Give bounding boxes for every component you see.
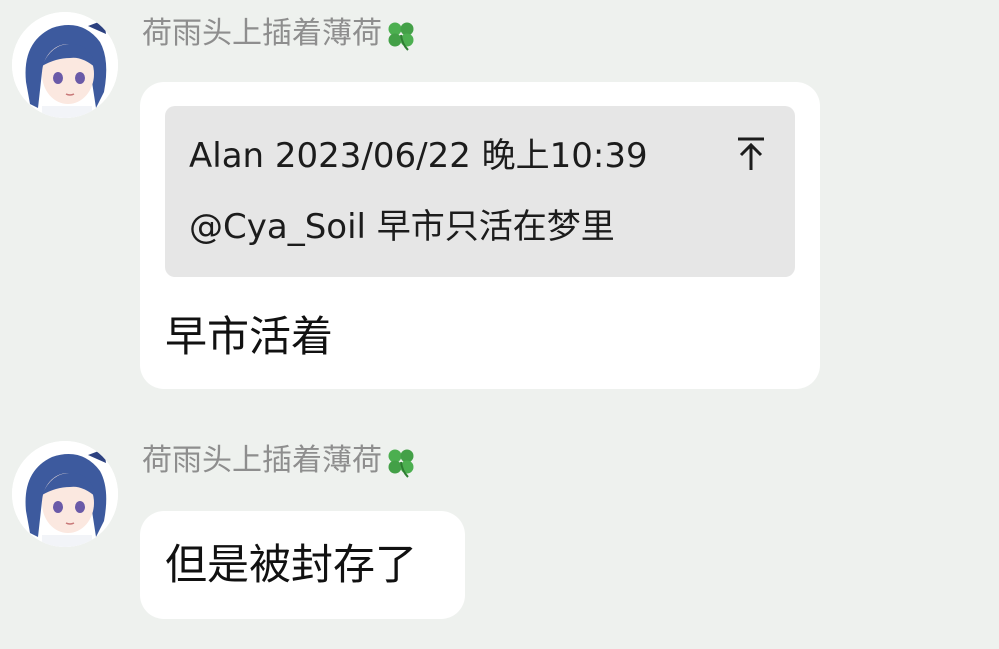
avatar[interactable]: [12, 12, 118, 118]
sender-name-text: 荷雨头上插着薄荷: [142, 443, 382, 478]
four-leaf-clover-icon: [388, 449, 414, 478]
quoted-message[interactable]: Alan 2023/06/22 晚上10:39 @Cya_Soil 早市只活在梦…: [165, 106, 795, 277]
message-text: 早市活着: [165, 312, 334, 361]
anime-girl-avatar-icon: [12, 12, 118, 118]
sender-name: 荷雨头上插着薄荷: [142, 443, 418, 479]
sender-name-text: 荷雨头上插着薄荷: [142, 16, 382, 51]
sender-name: 荷雨头上插着薄荷: [142, 16, 418, 52]
message-bubble[interactable]: 但是被封存了: [140, 511, 465, 619]
message-bubble[interactable]: Alan 2023/06/22 晚上10:39 @Cya_Soil 早市只活在梦…: [140, 82, 820, 389]
anime-girl-avatar-icon: [12, 441, 118, 547]
four-leaf-clover-icon: [388, 22, 414, 51]
quoted-message-text: @Cya_Soil 早市只活在梦里: [189, 207, 615, 247]
jump-to-top-icon[interactable]: [735, 136, 767, 172]
message-text: 但是被封存了: [165, 540, 418, 589]
avatar[interactable]: [12, 441, 118, 547]
quoted-message-header: Alan 2023/06/22 晚上10:39: [189, 136, 648, 176]
